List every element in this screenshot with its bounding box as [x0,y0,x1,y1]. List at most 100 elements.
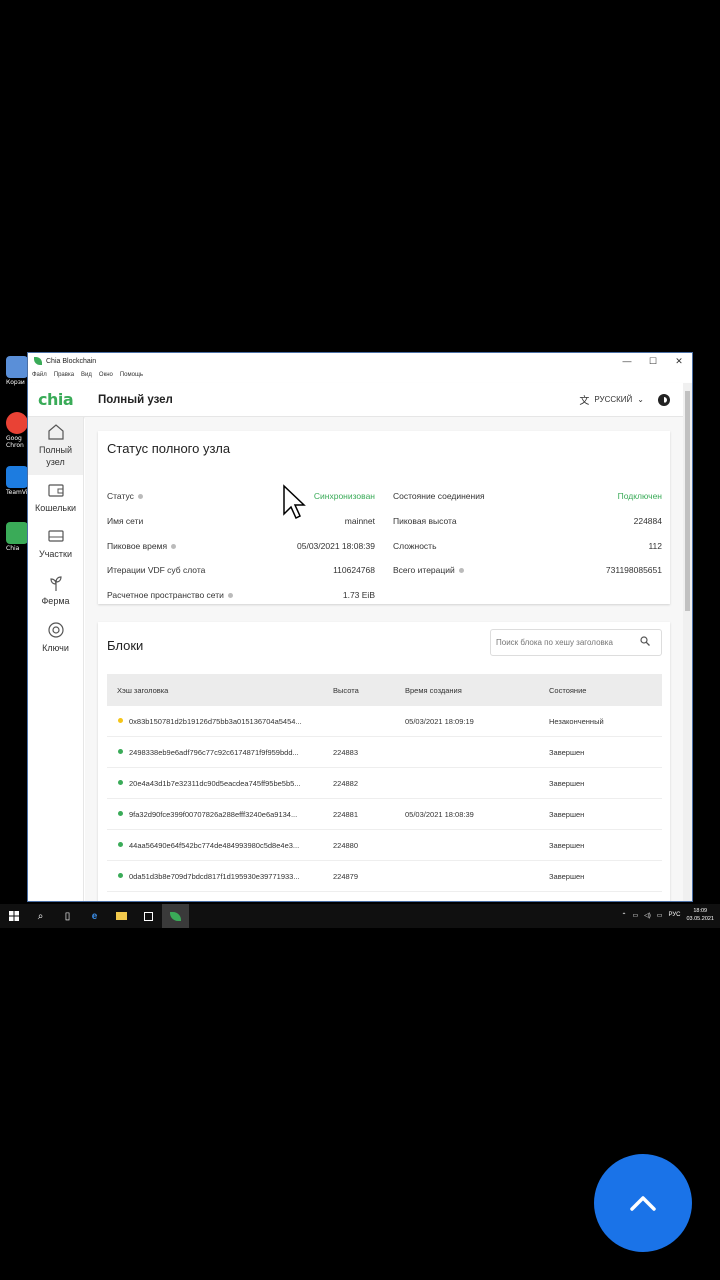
translate-icon: 文 [579,396,590,407]
notification-icon[interactable]: ▭ [657,912,663,919]
row-hash[interactable]: 9fa32d90fce399f00707826a288efff3240e6a91… [129,810,297,819]
chia-taskbar-icon[interactable] [162,904,189,928]
language-indicator[interactable]: РУС [668,912,680,918]
clock[interactable]: 18:09 03.05.2021 [686,907,714,923]
store-icon[interactable] [135,904,162,928]
desktop-icon-label: Корзи [6,379,25,386]
menu-edit[interactable]: Правка [54,372,74,378]
total-iterations-label: Всего итераций [393,565,455,575]
row-state: Завершен [549,779,585,788]
table-row[interactable]: 44aa56490e64f542bc774de484993980c5d8e4e3… [107,830,662,861]
peak-time-label: Пиковое время [107,541,168,551]
row-hash[interactable]: 0x83b150781d2b19126d75bb3a015136704a5454… [129,717,302,726]
table-row[interactable]: 9fa32d90fce399f00707826a288efff3240e6a91… [107,799,662,830]
scroll-to-top-button[interactable] [594,1154,692,1252]
status-dot-icon [118,811,123,816]
vdf-iterations-label: Итерации VDF суб слота [107,565,206,575]
window-title: Chia Blockchain [46,357,97,365]
status-value: Синхронизован [313,491,375,501]
teamviewer-icon [6,466,28,488]
row-hash[interactable]: 20e4a43d1b7e32311dc90d5eacdea745ff95be5b… [129,779,301,788]
block-search-input[interactable] [496,638,636,647]
clock-date: 03.05.2021 [686,916,714,922]
sidebar-item-label: Ключи [42,643,69,653]
sidebar-item-plots[interactable]: Участки [28,521,83,568]
search-icon[interactable] [640,636,650,649]
status-dot-icon [118,873,123,878]
theme-toggle-icon[interactable] [658,393,670,406]
menu-help[interactable]: Помощь [120,372,143,378]
table-row[interactable]: 20e4a43d1b7e32311dc90d5eacdea745ff95be5b… [107,768,662,799]
status-title: Статус полного узла [107,441,231,456]
row-time: 05/03/2021 18:09:19 [405,717,474,726]
row-height: 224882 [333,779,359,788]
lifebuoy-icon [46,620,66,640]
chevron-up-icon[interactable]: ⌃ [621,912,626,919]
network-icon[interactable]: ▭ [632,912,638,919]
language-label: РУССКИЙ [594,395,633,404]
row-time: 05/03/2021 18:08:39 [405,810,474,819]
volume-icon[interactable]: ◁) [644,912,651,919]
info-icon[interactable] [137,493,143,499]
info-icon[interactable] [227,592,233,598]
peak-height-row: Пиковая высота 224884 [393,516,662,526]
menu-view[interactable]: Вид [81,372,92,378]
connection-state-label: Состояние соединения [393,491,485,501]
app-header: chia Полный узел 文 РУССКИЙ ⌄ [28,383,692,417]
chrome-icon [6,412,28,434]
row-state: Завершен [549,841,585,850]
table-row[interactable]: 2498338eb9e6adf796c77c92c6174871f9f959bd… [107,737,662,768]
sprout-icon [46,573,66,593]
minimize-button[interactable]: — [614,356,640,367]
mouse-cursor-icon [283,484,306,520]
start-button[interactable] [0,904,27,928]
blocks-table-header: Хэш заголовка Высота Время создания Сост… [107,674,662,706]
maximize-button[interactable]: ☐ [640,356,666,367]
recycle-bin-icon-pic [6,356,28,378]
row-height: 224881 [333,810,359,819]
task-view-icon[interactable]: ▯ [54,904,81,928]
table-row[interactable]: 0da51d3b8e709d7bdcd817f1d195930e39771933… [107,861,662,892]
network-name-value: mainnet [344,516,375,526]
content-scrollbar[interactable] [683,383,692,901]
status-dot-icon [118,749,123,754]
sidebar-item-full-node[interactable]: Полный узел [28,417,83,475]
sidebar-item-farm[interactable]: Ферма [28,568,83,615]
col-header-height: Высота [333,686,359,695]
chia-logo: chia [38,390,74,409]
storage-icon [46,526,66,546]
chia-icon [6,522,28,544]
menu-file[interactable]: Файл [32,372,47,378]
edge-icon[interactable]: e [81,904,108,928]
netspace-row: Расчетное пространство сети 1.73 EiB [107,590,375,600]
explorer-icon[interactable] [108,904,135,928]
block-search[interactable] [490,629,662,656]
row-hash[interactable]: 0da51d3b8e709d7bdcd817f1d195930e39771933… [129,872,300,881]
info-icon[interactable] [458,567,464,573]
sidebar-item-keys[interactable]: Ключи [28,615,83,662]
sidebar-item-wallets[interactable]: Кошельки [28,475,83,521]
chevron-up-icon [630,1196,656,1211]
table-row[interactable]: 0x83b150781d2b19126d75bb3a015136704a5454… [107,706,662,737]
window-titlebar[interactable]: Chia Blockchain — ☐ ✕ [28,353,692,369]
sidebar: Полный узел Кошельки Участки Ферма Ключи [28,417,84,901]
language-selector[interactable]: 文 РУССКИЙ ⌄ [579,392,644,407]
peak-height-label: Пиковая высота [393,516,457,526]
row-height: 224879 [333,872,359,881]
status-label: Статус [107,491,134,501]
scrollbar-thumb[interactable] [685,391,690,611]
sidebar-item-label: Кошельки [34,503,77,513]
netspace-value: 1.73 EiB [342,590,375,600]
full-node-status-card: Статус полного узла Статус Синхронизован… [98,431,670,604]
status-dot-icon [118,780,123,785]
row-hash[interactable]: 44aa56490e64f542bc774de484993980c5d8e4e3… [129,841,299,850]
menu-window[interactable]: Окно [99,372,113,378]
chevron-down-icon: ⌄ [637,395,644,404]
row-hash[interactable]: 2498338eb9e6adf796c77c92c6174871f9f959bd… [129,748,299,757]
row-state: Завершен [549,872,585,881]
col-header-state: Состояние [549,686,587,695]
search-icon[interactable]: ⌕ [27,904,54,928]
windows-taskbar: ⌕ ▯ e ⌃ ▭ ◁) ▭ РУС 18:09 03.05.2021 [0,904,720,928]
info-icon[interactable] [171,543,177,549]
close-button[interactable]: ✕ [666,356,692,367]
